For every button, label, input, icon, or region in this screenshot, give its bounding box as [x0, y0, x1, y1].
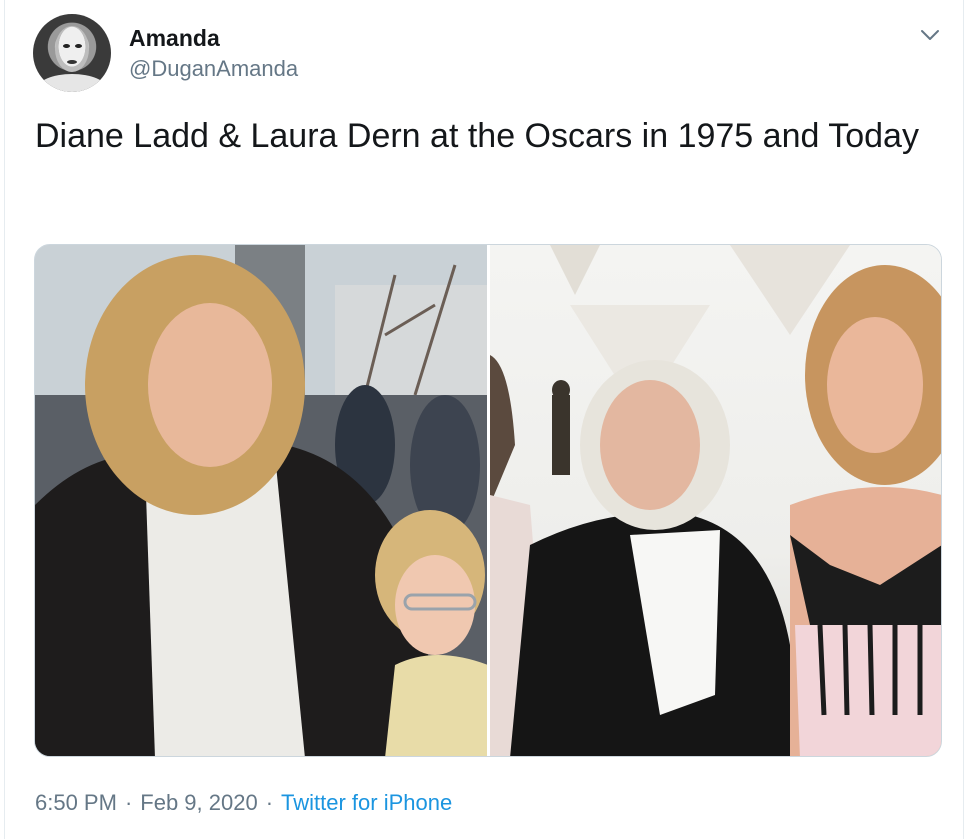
- tweet-time[interactable]: 6:50 PM: [35, 790, 117, 815]
- chevron-down-icon[interactable]: [919, 24, 941, 46]
- tweet-source-link[interactable]: Twitter for iPhone: [281, 790, 452, 815]
- avatar-shoulder-shape: [37, 74, 107, 92]
- tweet-media[interactable]: [34, 244, 942, 757]
- tweet-footer: 6:50 PM · Feb 9, 2020 · Twitter for iPhone: [35, 790, 452, 816]
- separator: ·: [124, 790, 133, 815]
- tweet-text: Diane Ladd & Laura Dern at the Oscars in…: [35, 117, 919, 155]
- avatar-mouth-shape: [67, 60, 77, 64]
- author-name[interactable]: Amanda: [129, 25, 220, 52]
- avatar-eye-shape: [75, 44, 82, 48]
- tweet-card: Amanda @DuganAmanda Diane Ladd & Laura D…: [4, 0, 964, 839]
- avatar-eye-shape: [63, 44, 70, 48]
- photo-today[interactable]: [490, 245, 941, 756]
- tweet-date[interactable]: Feb 9, 2020: [140, 790, 257, 815]
- separator: ·: [265, 790, 274, 815]
- avatar[interactable]: [33, 14, 111, 92]
- photo-1975[interactable]: [35, 245, 487, 756]
- author-handle[interactable]: @DuganAmanda: [129, 56, 298, 82]
- avatar-face-shape: [55, 26, 89, 72]
